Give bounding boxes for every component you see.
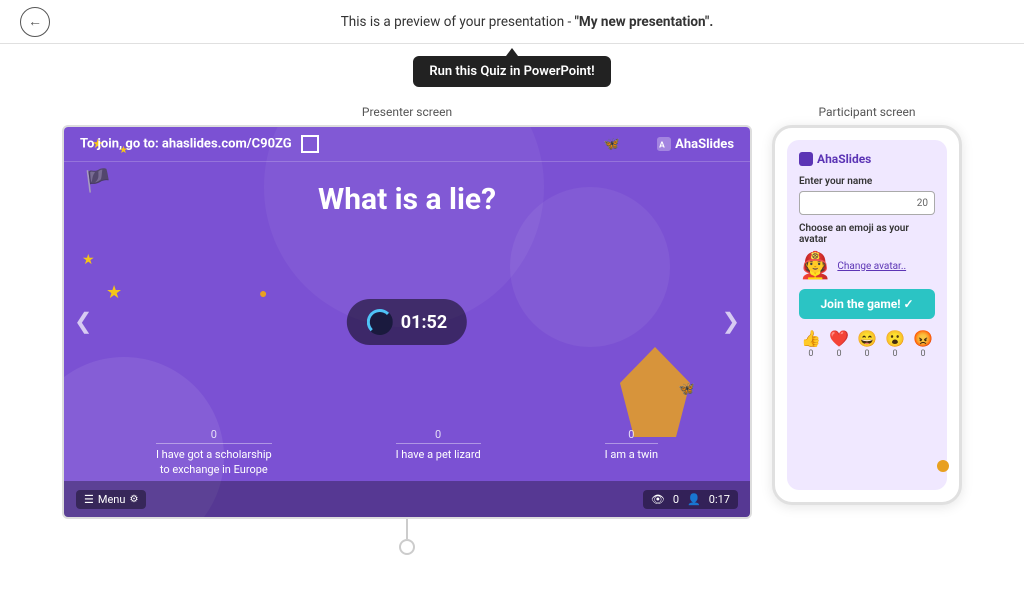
like-icon: 👍 xyxy=(801,329,821,348)
wow-icon: 😮 xyxy=(885,329,905,348)
qr-icon xyxy=(301,135,319,153)
participant-screen-label: Participant screen xyxy=(818,105,915,119)
reaction-heart[interactable]: ❤️ 0 xyxy=(829,329,849,359)
emoji-reactions: 👍 0 ❤️ 0 😄 0 😮 0 xyxy=(799,329,935,359)
gold-circle: ● xyxy=(259,285,267,302)
laugh-icon: 😄 xyxy=(857,329,877,348)
participant-time: 0:17 xyxy=(709,493,730,506)
next-slide-button[interactable]: ❯ xyxy=(722,310,740,335)
presenter-section: Presenter screen 🏴 ★ ★ ★ ★ ● 🦋 🦋 xyxy=(62,105,752,555)
phone-inner: AhaSlides Enter your name 20 Choose an e… xyxy=(787,140,947,490)
reaction-like[interactable]: 👍 0 xyxy=(801,329,821,359)
projector-stand xyxy=(399,519,415,555)
phone-brand: AhaSlides xyxy=(799,152,935,166)
phone-frame: AhaSlides Enter your name 20 Choose an e… xyxy=(772,125,962,505)
avatar-row: 🧑‍🚒 Change avatar.. xyxy=(799,251,935,281)
answer-count-1: 0 xyxy=(156,428,272,441)
phone-brand-text: AhaSlides xyxy=(817,152,871,166)
answer-count-3: 0 xyxy=(605,428,658,441)
heart-icon: ❤️ xyxy=(829,329,849,348)
svg-text:A: A xyxy=(659,141,665,151)
join-game-button[interactable]: Join the game! ✓ xyxy=(799,289,935,319)
angry-count: 0 xyxy=(920,349,925,359)
answer-label-3: I am a twin xyxy=(605,448,658,462)
settings-icon: ⚙ xyxy=(129,494,138,505)
join-url: To join, go to: ahaslides.com/C90ZG xyxy=(80,135,319,153)
view-count: 0 xyxy=(673,493,679,506)
avatar-emoji: 🧑‍🚒 xyxy=(799,251,831,281)
phone-logo-icon xyxy=(799,152,813,166)
star-2: ★ xyxy=(82,252,95,268)
answer-divider-3 xyxy=(605,443,658,444)
laugh-count: 0 xyxy=(864,349,869,359)
answer-option-3: 0 I am a twin xyxy=(605,428,658,477)
bottom-stats: 👁 0 👤 0:17 xyxy=(643,490,738,509)
wow-count: 0 xyxy=(892,349,897,359)
header: ← This is a preview of your presentation… xyxy=(0,0,1024,44)
answer-option-1: 0 I have got a scholarshipto exchange in… xyxy=(156,428,272,477)
back-button[interactable]: ← xyxy=(20,7,50,37)
butterfly-2: 🦋 xyxy=(679,382,695,397)
answer-divider-2 xyxy=(396,443,481,444)
reaction-angry[interactable]: 😡 0 xyxy=(913,329,933,359)
run-quiz-button[interactable]: Run this Quiz in PowerPoint! xyxy=(413,56,610,87)
gold-dot xyxy=(937,460,949,472)
enter-name-label: Enter your name xyxy=(799,176,935,187)
brand-icon: A xyxy=(657,137,671,151)
presenter-bottom-bar: ☰ Menu ⚙ 👁 0 👤 0:17 xyxy=(64,481,750,517)
presenter-top-bar: To join, go to: ahaslides.com/C90ZG A Ah… xyxy=(64,127,750,162)
change-avatar-link[interactable]: Change avatar.. xyxy=(837,261,906,272)
presenter-slide: 🏴 ★ ★ ★ ★ ● 🦋 🦋 To join, go to: ahaslide… xyxy=(64,127,750,517)
like-count: 0 xyxy=(808,349,813,359)
presenter-screen-label: Presenter screen xyxy=(362,105,452,119)
reaction-wow[interactable]: 😮 0 xyxy=(885,329,905,359)
answer-option-2: 0 I have a pet lizard xyxy=(396,428,481,477)
name-input[interactable]: 20 xyxy=(799,191,935,215)
stand-line xyxy=(406,519,408,539)
eye-icon: 👁 xyxy=(651,493,665,506)
answer-divider-1 xyxy=(156,443,272,444)
timer-value: 01:52 xyxy=(401,312,447,333)
ahaslides-brand: A AhaSlides xyxy=(657,137,734,152)
menu-icon: ☰ xyxy=(84,493,94,506)
person-icon: 👤 xyxy=(687,493,701,506)
answer-count-2: 0 xyxy=(396,428,481,441)
prev-slide-button[interactable]: ❮ xyxy=(74,310,92,335)
star-1: ★ xyxy=(106,282,122,303)
timer-ring-icon xyxy=(367,309,393,335)
back-arrow-icon: ← xyxy=(28,13,42,30)
menu-button[interactable]: ☰ Menu ⚙ xyxy=(76,490,146,509)
cta-wrapper: Run this Quiz in PowerPoint! xyxy=(0,56,1024,87)
answer-label-1: I have got a scholarshipto exchange in E… xyxy=(156,448,272,477)
quiz-title: What is a lie? xyxy=(64,182,750,217)
participant-section: Participant screen AhaSlides Enter your … xyxy=(772,105,962,505)
choose-avatar-label: Choose an emoji as your avatar xyxy=(799,223,935,245)
timer-display: 01:52 xyxy=(347,299,467,345)
menu-label: Menu xyxy=(98,493,126,506)
angry-icon: 😡 xyxy=(913,329,933,348)
stand-base xyxy=(399,539,415,555)
answer-label-2: I have a pet lizard xyxy=(396,448,481,462)
char-count: 20 xyxy=(917,198,928,209)
heart-count: 0 xyxy=(836,349,841,359)
preview-text: This is a preview of your presentation -… xyxy=(50,14,1004,30)
presenter-frame: 🏴 ★ ★ ★ ★ ● 🦋 🦋 To join, go to: ahaslide… xyxy=(62,125,752,519)
reaction-laugh[interactable]: 😄 0 xyxy=(857,329,877,359)
main-content: Presenter screen 🏴 ★ ★ ★ ★ ● 🦋 🦋 xyxy=(0,97,1024,555)
answer-options: 0 I have got a scholarshipto exchange in… xyxy=(64,428,750,477)
